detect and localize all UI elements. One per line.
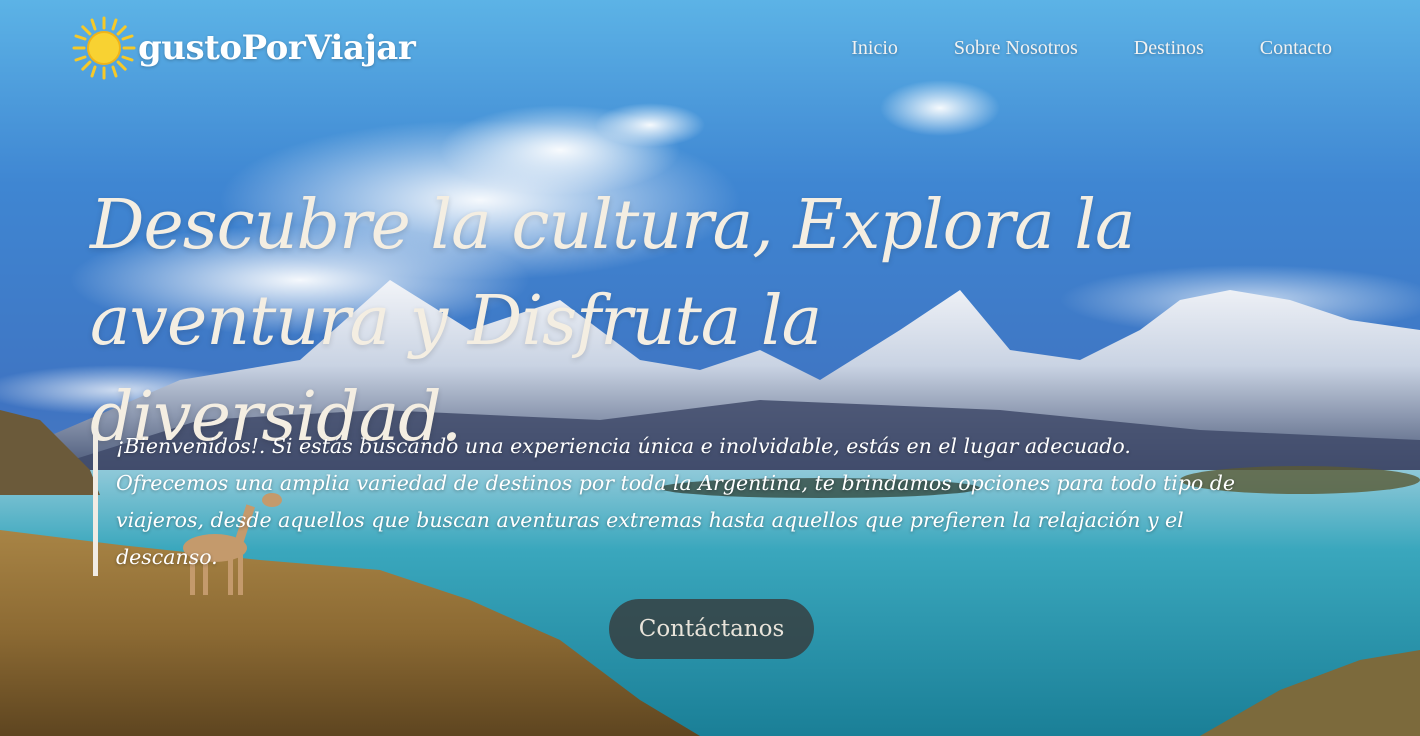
nav-link-inicio[interactable]: Inicio — [851, 37, 898, 60]
hero-intro-text: ¡Bienvenidos!. Si estás buscando una exp… — [116, 434, 1235, 569]
sun-icon — [72, 16, 136, 80]
nav-link-contacto[interactable]: Contacto — [1260, 37, 1332, 60]
hero-intro-block: ¡Bienvenidos!. Si estás buscando una exp… — [93, 428, 1246, 576]
nav-link-sobre-nosotros[interactable]: Sobre Nosotros — [954, 37, 1078, 60]
hero-headline: Descubre la cultura, Explora la aventura… — [90, 186, 1136, 457]
main-nav: Inicio Sobre Nosotros Destinos Contacto — [795, 37, 1332, 60]
brand-name: gustoPorViajar — [138, 28, 416, 68]
navbar: gustoPorViajar Inicio Sobre Nosotros Des… — [0, 0, 1420, 100]
contact-cta-button[interactable]: Contáctanos — [609, 599, 814, 659]
brand-logo-link[interactable]: gustoPorViajar — [72, 16, 416, 80]
nav-link-destinos[interactable]: Destinos — [1134, 37, 1204, 60]
